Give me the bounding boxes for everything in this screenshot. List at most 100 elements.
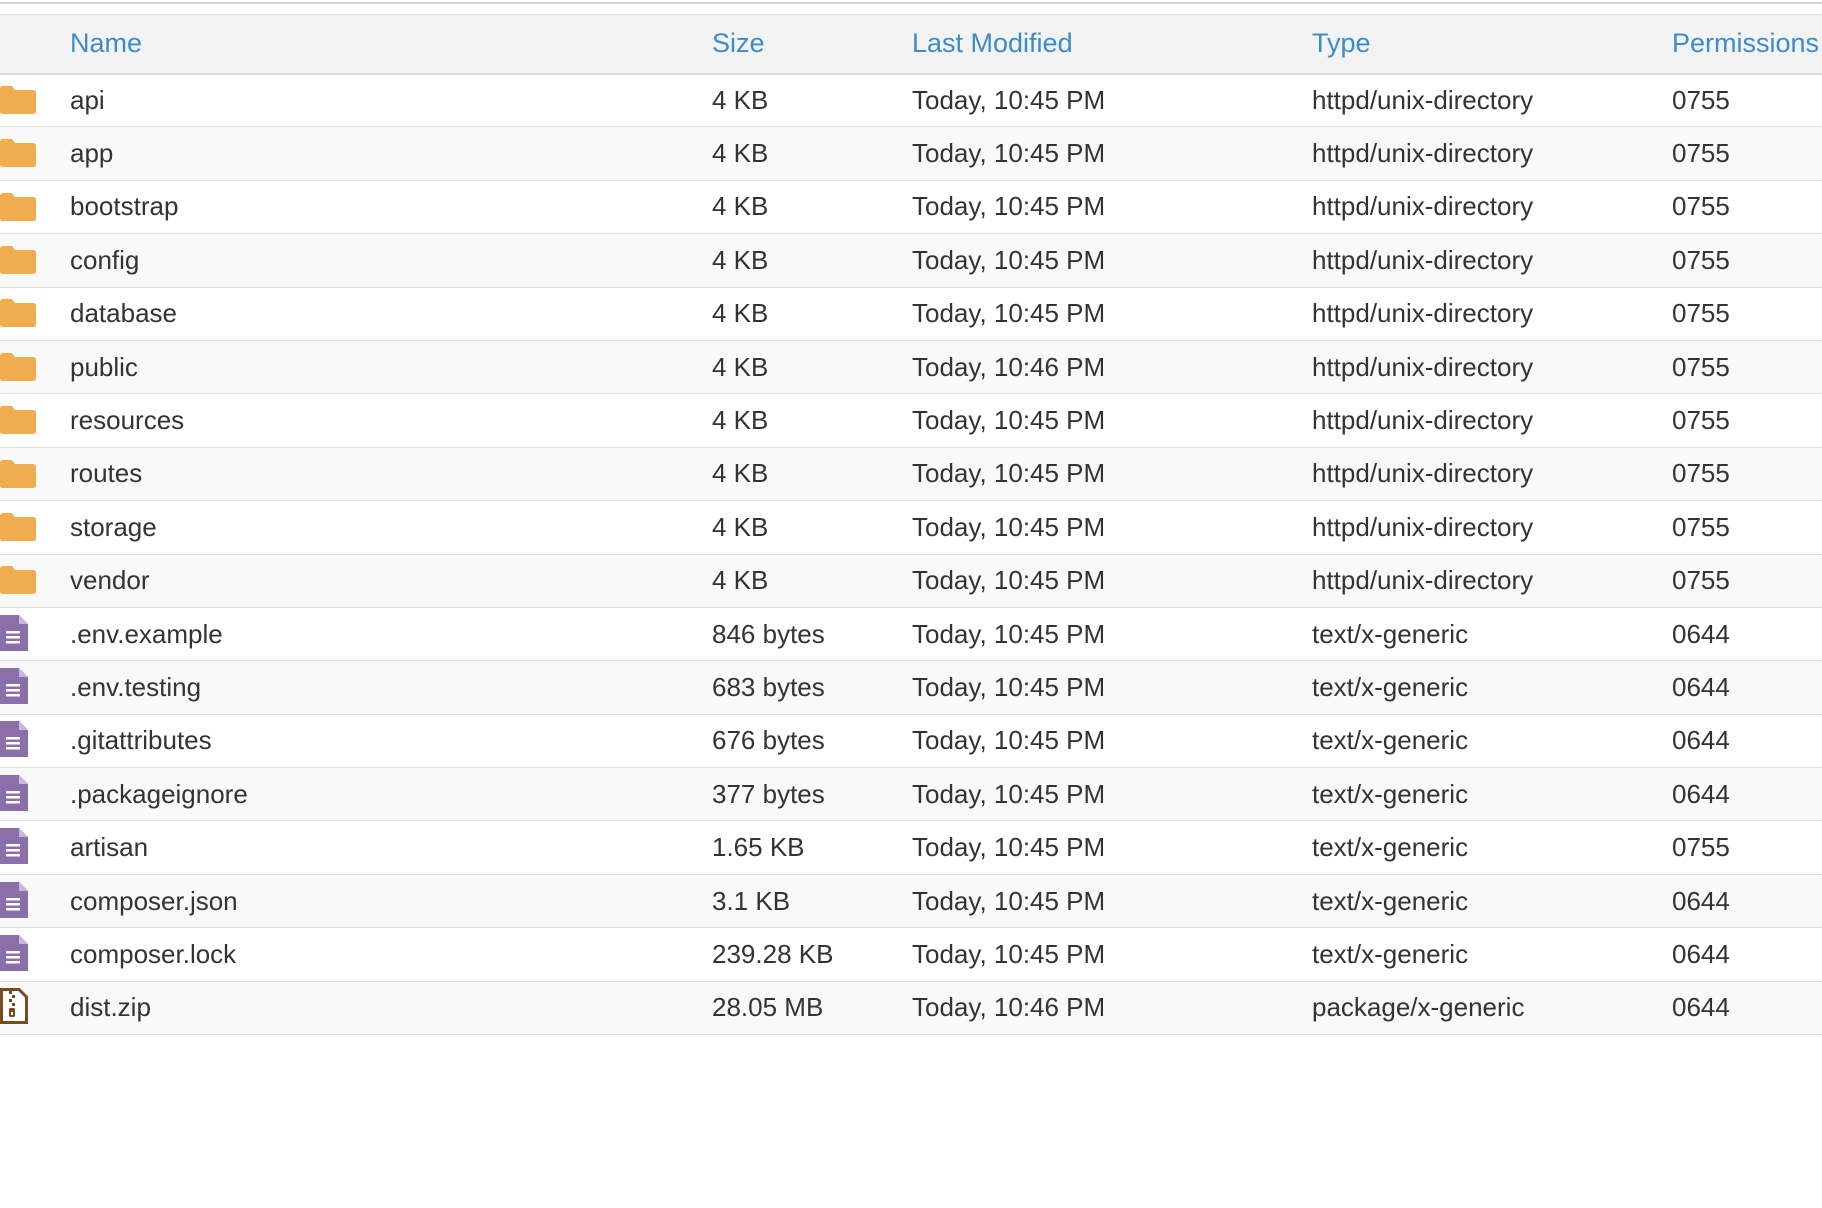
file-name-link[interactable]: public xyxy=(70,352,138,382)
row-modified: Today, 10:45 PM xyxy=(912,298,1106,329)
table-header-row: Name Size Last Modified Type Permissions xyxy=(0,14,1822,74)
file-name-link[interactable]: database xyxy=(70,298,177,328)
folder-icon xyxy=(0,566,36,595)
row-permissions[interactable]: 0644 xyxy=(1672,661,1822,714)
sort-by-size-link[interactable]: Size xyxy=(712,28,765,58)
row-icon-cell xyxy=(0,768,70,821)
row-size: 4 KB xyxy=(712,565,769,596)
row-modified: Today, 10:45 PM xyxy=(912,671,1106,702)
file-name-link[interactable]: app xyxy=(70,138,113,168)
row-type: text/x-generic xyxy=(1312,618,1469,649)
table-row[interactable]: storage 4 KB Today, 10:45 PM httpd/unix-dir… xyxy=(0,500,1822,555)
row-type: text/x-generic xyxy=(1312,671,1469,702)
sort-by-permissions-link[interactable]: Permissions xyxy=(1672,28,1819,58)
file-name-link[interactable]: .env.example xyxy=(70,619,223,649)
sort-by-type-link[interactable]: Type xyxy=(1312,28,1371,58)
row-permissions[interactable]: 0755 xyxy=(1672,340,1822,393)
table-row[interactable]: app 4 KB Today, 10:45 PM httpd/unix-directo… xyxy=(0,126,1822,181)
row-modified: Today, 10:46 PM xyxy=(912,992,1106,1023)
file-name-link[interactable]: .packageignore xyxy=(70,779,248,809)
row-type: httpd/unix-directory xyxy=(1312,458,1534,489)
row-permissions[interactable]: 0755 xyxy=(1672,501,1822,554)
sort-by-modified-link[interactable]: Last Modified xyxy=(912,28,1073,58)
row-permissions[interactable]: 0755 xyxy=(1672,287,1822,340)
row-modified: Today, 10:45 PM xyxy=(912,938,1106,969)
row-permissions[interactable]: 0755 xyxy=(1672,821,1822,874)
file-name-link[interactable]: bootstrap xyxy=(70,191,178,221)
file-name-link[interactable]: .gitattributes xyxy=(70,725,212,755)
row-size: 4 KB xyxy=(712,244,769,275)
row-permissions[interactable]: 0755 xyxy=(1672,180,1822,233)
table-row[interactable]: .gitattributes 676 bytes Today, 10:45 PM te… xyxy=(0,714,1822,768)
row-size: 4 KB xyxy=(712,458,769,489)
table-row[interactable]: dist.zip 28.05 MB Today, 10:46 PM package/x… xyxy=(0,981,1822,1035)
folder-icon xyxy=(0,139,36,168)
row-modified: Today, 10:45 PM xyxy=(912,191,1106,222)
row-permissions[interactable]: 0644 xyxy=(1672,607,1822,660)
file-name-link[interactable]: composer.json xyxy=(70,886,238,916)
file-name-link[interactable]: dist.zip xyxy=(70,992,151,1022)
file-name-link[interactable]: config xyxy=(70,245,139,275)
row-permissions[interactable]: 0755 xyxy=(1672,394,1822,447)
table-row[interactable]: database 4 KB Today, 10:45 PM httpd/unix-di… xyxy=(0,287,1822,341)
row-permissions[interactable]: 0755 xyxy=(1672,74,1822,127)
table-row[interactable]: api 4 KB Today, 10:45 PM httpd/unix-directo… xyxy=(0,73,1822,127)
row-type: httpd/unix-directory xyxy=(1312,191,1534,222)
row-name-cell: database xyxy=(70,287,712,340)
row-type: text/x-generic xyxy=(1312,938,1469,969)
table-row[interactable]: config 4 KB Today, 10:45 PM httpd/unix-dire… xyxy=(0,233,1822,288)
table-row[interactable]: public 4 KB Today, 10:46 PM httpd/unix-dire… xyxy=(0,340,1822,394)
table-row[interactable]: vendor 4 KB Today, 10:45 PM httpd/unix-dire… xyxy=(0,554,1822,608)
table-row[interactable]: routes 4 KB Today, 10:45 PM httpd/unix-dire… xyxy=(0,447,1822,501)
file-name-link[interactable]: composer.lock xyxy=(70,939,236,969)
folder-icon xyxy=(0,192,36,221)
row-modified: Today, 10:45 PM xyxy=(912,405,1106,436)
row-permissions[interactable]: 0644 xyxy=(1672,928,1822,981)
file-name-link[interactable]: .env.testing xyxy=(70,672,201,702)
row-modified: Today, 10:45 PM xyxy=(912,725,1106,756)
row-size: 4 KB xyxy=(712,298,769,329)
folder-icon xyxy=(0,352,36,381)
file-name-link[interactable]: artisan xyxy=(70,832,148,862)
row-icon-cell xyxy=(0,501,70,554)
table-row[interactable]: .env.example 846 bytes Today, 10:45 PM text… xyxy=(0,607,1822,661)
table-row[interactable]: .packageignore 377 bytes Today, 10:45 PM te… xyxy=(0,767,1822,821)
table-row[interactable]: composer.json 3.1 KB Today, 10:45 PM text/x… xyxy=(0,874,1822,928)
table-row[interactable]: composer.lock 239.28 KB Today, 10:45 PM tex… xyxy=(0,927,1822,982)
row-permissions[interactable]: 0644 xyxy=(1672,874,1822,927)
row-size: 1.65 KB xyxy=(712,832,805,863)
header-icon-cell xyxy=(0,15,70,74)
row-permissions[interactable]: 0755 xyxy=(1672,554,1822,607)
row-permissions[interactable]: 0644 xyxy=(1672,714,1822,767)
row-icon-cell xyxy=(0,340,70,393)
sort-by-name-link[interactable]: Name xyxy=(70,28,142,58)
row-permissions[interactable]: 0644 xyxy=(1672,981,1822,1034)
table-row[interactable]: artisan 1.65 KB Today, 10:45 PM text/x-gene… xyxy=(0,820,1822,875)
row-permissions[interactable]: 0755 xyxy=(1672,127,1822,180)
row-size: 28.05 MB xyxy=(712,992,824,1023)
row-size: 683 bytes xyxy=(712,671,825,702)
file-name-link[interactable]: storage xyxy=(70,512,157,542)
file-name-link[interactable]: vendor xyxy=(70,565,150,595)
row-type: package/x-generic xyxy=(1312,992,1525,1023)
table-row[interactable]: .env.testing 683 bytes Today, 10:45 PM text… xyxy=(0,660,1822,715)
row-size: 4 KB xyxy=(712,138,769,169)
file-name-link[interactable]: routes xyxy=(70,458,142,488)
row-name-cell: routes xyxy=(70,447,712,500)
text-file-icon xyxy=(0,828,28,865)
row-icon-cell xyxy=(0,554,70,607)
file-name-link[interactable]: api xyxy=(70,85,105,115)
row-permissions[interactable]: 0644 xyxy=(1672,768,1822,821)
folder-icon xyxy=(0,86,36,115)
file-name-link[interactable]: resources xyxy=(70,405,184,435)
row-type: text/x-generic xyxy=(1312,885,1469,916)
row-name-cell: config xyxy=(70,234,712,287)
row-permissions[interactable]: 0755 xyxy=(1672,234,1822,287)
row-name-cell: storage xyxy=(70,501,712,554)
folder-icon xyxy=(0,459,36,488)
row-type: httpd/unix-directory xyxy=(1312,405,1534,436)
row-permissions[interactable]: 0755 xyxy=(1672,447,1822,500)
row-name-cell: .gitattributes xyxy=(70,714,712,767)
table-row[interactable]: resources 4 KB Today, 10:45 PM httpd/unix-d… xyxy=(0,393,1822,448)
table-row[interactable]: bootstrap 4 KB Today, 10:45 PM httpd/unix-d… xyxy=(0,180,1822,234)
